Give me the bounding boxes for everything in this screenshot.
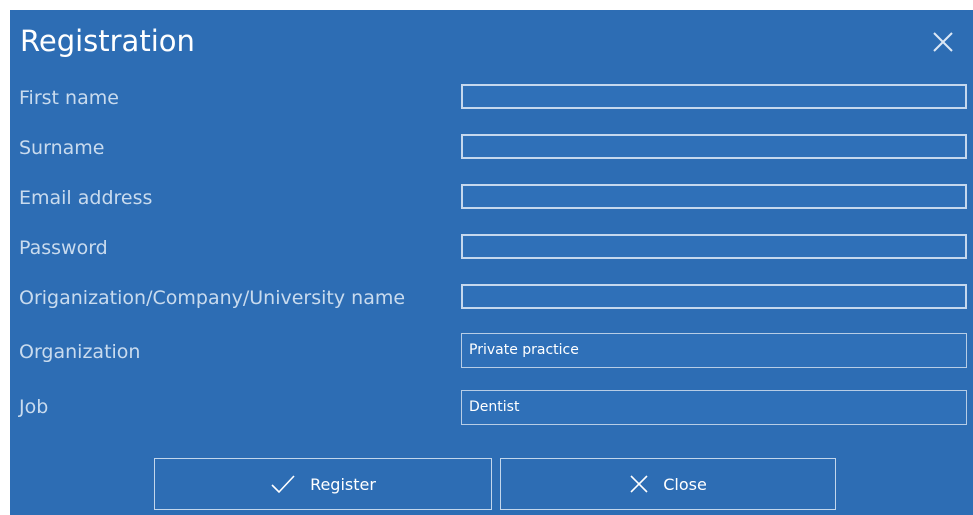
organization-name-label: Origanization/Company/University name — [19, 287, 406, 309]
job-label: Job — [19, 396, 49, 418]
close-icon — [630, 475, 648, 493]
organization-select[interactable]: Private practice — [461, 333, 967, 368]
first-name-label: First name — [19, 87, 119, 109]
register-button-label: Register — [310, 474, 376, 494]
first-name-field[interactable] — [461, 84, 967, 109]
surname-field[interactable] — [461, 134, 967, 159]
close-dialog-button[interactable] — [931, 30, 955, 54]
close-icon — [933, 32, 953, 52]
dialog-title: Registration — [20, 24, 195, 58]
job-select[interactable]: Dentist — [461, 390, 967, 425]
organization-label: Organization — [19, 341, 141, 363]
register-button[interactable]: Register — [154, 458, 492, 510]
close-button-label: Close — [663, 474, 707, 494]
organization-name-field[interactable] — [461, 284, 967, 309]
password-label: Password — [19, 237, 108, 259]
check-icon — [271, 475, 295, 494]
email-field[interactable] — [461, 184, 967, 209]
password-field[interactable] — [461, 234, 967, 259]
surname-label: Surname — [19, 137, 105, 159]
close-button[interactable]: Close — [500, 458, 836, 510]
registration-dialog: Registration First name Surname Email ad… — [10, 10, 973, 515]
email-label: Email address — [19, 187, 153, 209]
